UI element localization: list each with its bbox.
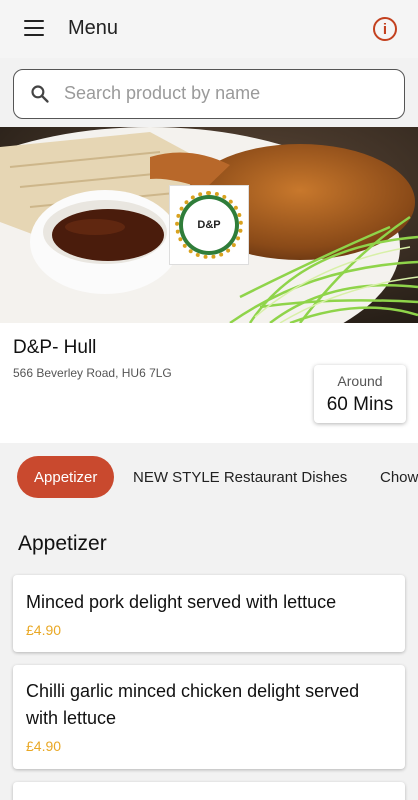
dragon-emblem-icon: D&P <box>175 191 243 259</box>
section-title: Appetizer <box>18 532 107 555</box>
product-price: £4.90 <box>26 622 62 638</box>
restaurant-info: D&P- Hull 566 Beverley Road, HU6 7LG Aro… <box>0 323 418 443</box>
delivery-time-label: Around <box>337 373 383 389</box>
restaurant-logo: D&P <box>169 185 249 265</box>
product-name: Minced pork delight served with lettuce <box>26 592 337 612</box>
product-name: Chilli garlic minced chicken delight ser… <box>26 681 360 728</box>
product-price: £4.90 <box>26 738 62 754</box>
product-card[interactable] <box>13 782 405 800</box>
tab-new-style-restaurant-dishes[interactable]: NEW STYLE Restaurant Dishes <box>133 456 347 498</box>
page-title: Menu <box>68 17 119 39</box>
hamburger-menu-icon[interactable] <box>24 20 44 36</box>
category-tabs: Appetizer NEW STYLE Restaurant Dishes Ch… <box>0 443 418 513</box>
info-icon[interactable]: i <box>373 17 397 41</box>
product-card[interactable]: Chilli garlic minced chicken delight ser… <box>13 665 405 769</box>
restaurant-address: 566 Beverley Road, HU6 7LG <box>13 366 172 380</box>
logo-text: D&P <box>194 217 224 233</box>
tab-appetizer[interactable]: Appetizer <box>17 456 115 498</box>
search-icon <box>31 85 49 103</box>
top-app-bar: Menu i <box>0 0 418 58</box>
delivery-time-value: 60 Mins <box>326 394 394 415</box>
search-bar <box>13 69 405 119</box>
restaurant-name: D&P- Hull <box>13 337 97 358</box>
delivery-time-badge: Around 60 Mins <box>314 365 406 423</box>
tab-chow[interactable]: Chow <box>380 456 418 498</box>
search-input[interactable] <box>64 70 394 117</box>
product-card[interactable]: Minced pork delight served with lettuce … <box>13 575 405 652</box>
